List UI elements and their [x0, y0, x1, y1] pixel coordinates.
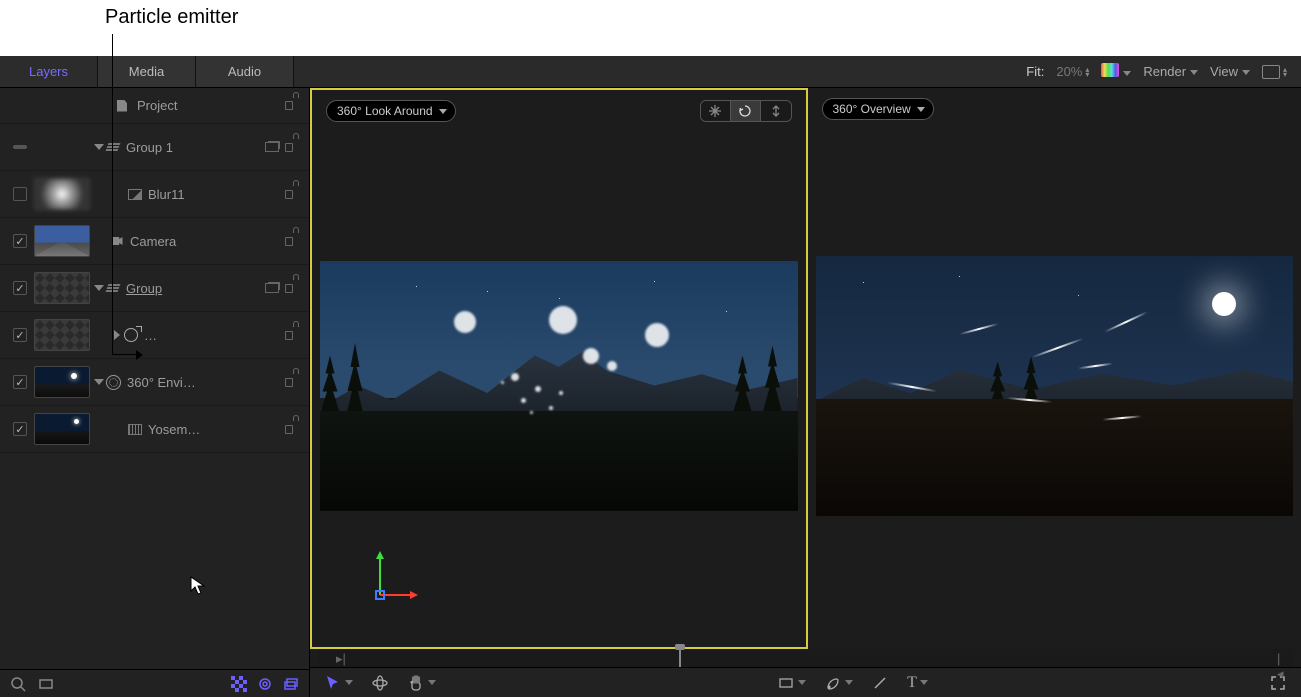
disclosure-triangle-icon[interactable]	[114, 330, 120, 340]
lock-icon[interactable]	[285, 187, 299, 201]
layer-row-group[interactable]: ✓ Group	[0, 265, 309, 312]
visibility-slot	[6, 145, 34, 149]
disclosure-triangle-icon[interactable]	[94, 285, 104, 291]
orbit-mode-button[interactable]	[731, 101, 761, 121]
axis-gizmo[interactable]	[362, 547, 422, 607]
mouse-cursor-icon	[190, 576, 206, 596]
canvas-scene-left	[320, 261, 798, 511]
camera-view-dropdown[interactable]: 360° Overview	[822, 98, 934, 120]
tab-layers[interactable]: Layers	[0, 56, 98, 87]
pan-tool[interactable]	[407, 674, 436, 692]
layer-thumbnail	[34, 178, 90, 210]
sidebar-tabs: Layers Media Audio	[0, 56, 294, 87]
viewer-right[interactable]: 360° Overview	[808, 88, 1301, 649]
line-tool[interactable]	[871, 674, 889, 692]
top-bar: Layers Media Audio Fit: 20% ▴▾ Render Vi…	[0, 56, 1301, 88]
layer-thumbnail	[34, 272, 90, 304]
layer-row-360env[interactable]: ✓ 360° Envi…	[0, 359, 309, 406]
canvas-toolbar: T	[310, 667, 1301, 697]
color-channel-dropdown[interactable]	[1101, 63, 1131, 80]
stack-view-icon[interactable]	[283, 676, 299, 692]
stack-icon[interactable]	[265, 281, 279, 295]
layer-label: …	[144, 328, 285, 343]
layer-label: Yosem…	[148, 422, 285, 437]
dolly-mode-button[interactable]	[761, 101, 791, 121]
lock-icon[interactable]	[285, 140, 299, 154]
group-icon	[106, 140, 120, 154]
disclosure-triangle-icon[interactable]	[94, 144, 104, 150]
layer-label: Group 1	[126, 140, 265, 155]
search-icon[interactable]	[10, 676, 26, 692]
3d-transform-tool[interactable]	[371, 674, 389, 692]
project-row[interactable]: Project	[0, 88, 309, 124]
tab-audio[interactable]: Audio	[196, 56, 294, 87]
visibility-checkbox[interactable]: ✓	[13, 234, 27, 248]
text-tool[interactable]: T	[907, 674, 928, 692]
layer-label: Blur11	[148, 187, 285, 202]
zoom-level-dropdown[interactable]: 20% ▴▾	[1056, 64, 1089, 79]
canvas-area: 360° Look Around	[310, 88, 1301, 697]
layer-thumbnail	[34, 225, 90, 257]
layer-row-blur11[interactable]: ✓ Blur11	[0, 171, 309, 218]
mini-timeline[interactable]: ▸| |◂	[318, 649, 1293, 667]
layer-row-emitter[interactable]: ✓ …	[0, 312, 309, 359]
layer-row-yosemite[interactable]: ✓ Yosem…	[0, 406, 309, 453]
lock-icon[interactable]	[285, 375, 299, 389]
timeline-in-marker[interactable]: ▸|	[336, 651, 344, 665]
lock-icon[interactable]	[285, 281, 299, 295]
layers-panel: Project Group 1	[0, 88, 310, 697]
layer-label: Camera	[130, 234, 285, 249]
group-icon	[106, 281, 120, 295]
layer-row-camera[interactable]: ✓ Camera	[0, 218, 309, 265]
pan-mode-button[interactable]	[701, 101, 731, 121]
annotation-leader-arrow	[136, 350, 143, 360]
stack-icon[interactable]	[265, 140, 279, 154]
lock-icon[interactable]	[285, 99, 299, 113]
checker-toggle-icon[interactable]	[231, 676, 247, 692]
annotation-leader-line	[112, 34, 113, 354]
render-menu[interactable]: Render	[1143, 64, 1198, 79]
viewer-left[interactable]: 360° Look Around	[310, 88, 808, 649]
canvas-header-controls: Fit: 20% ▴▾ Render View ▴▾	[1026, 56, 1301, 87]
clip-icon	[128, 422, 142, 436]
lock-icon[interactable]	[285, 328, 299, 342]
zoom-fit-label: Fit:	[1026, 64, 1044, 79]
timeline-out-marker[interactable]: |◂	[1277, 651, 1285, 665]
collapse-strip-icon[interactable]	[13, 145, 27, 149]
layer-label: 360° Envi…	[127, 375, 285, 390]
sidebar-footer	[0, 669, 309, 697]
view-layout-dropdown[interactable]: ▴▾	[1262, 65, 1287, 79]
project-label: Project	[137, 98, 285, 113]
layer-thumbnail	[34, 319, 90, 351]
view-menu[interactable]: View	[1210, 64, 1250, 79]
camera-view-dropdown[interactable]: 360° Look Around	[326, 100, 456, 122]
emitter-icon	[124, 328, 138, 342]
visibility-checkbox[interactable]: ✓	[13, 281, 27, 295]
playhead[interactable]	[679, 649, 681, 667]
canvas-scene-right	[816, 256, 1294, 516]
select-tool[interactable]	[324, 674, 353, 692]
environment-icon	[106, 375, 121, 390]
view-layout-icon	[1262, 65, 1280, 79]
gear-icon[interactable]	[257, 676, 273, 692]
layer-label: Group	[126, 281, 265, 296]
disclosure-triangle-icon[interactable]	[94, 379, 104, 385]
frame-icon[interactable]	[38, 676, 54, 692]
image-icon	[128, 187, 142, 201]
transform-mode-segmented	[700, 100, 792, 122]
rainbow-icon	[1101, 63, 1119, 77]
layer-thumbnail	[34, 366, 90, 398]
rectangle-tool[interactable]	[777, 674, 806, 692]
visibility-checkbox[interactable]: ✓	[13, 328, 27, 342]
layer-row-group1[interactable]: Group 1	[0, 124, 309, 171]
visibility-checkbox[interactable]: ✓	[13, 187, 27, 201]
pen-tool[interactable]	[824, 674, 853, 692]
project-icon	[115, 99, 129, 113]
visibility-checkbox[interactable]: ✓	[13, 422, 27, 436]
visibility-checkbox[interactable]: ✓	[13, 375, 27, 389]
annotation-particle-emitter: Particle emitter	[105, 6, 238, 29]
lock-icon[interactable]	[285, 234, 299, 248]
layer-thumbnail	[34, 413, 90, 445]
lock-icon[interactable]	[285, 422, 299, 436]
